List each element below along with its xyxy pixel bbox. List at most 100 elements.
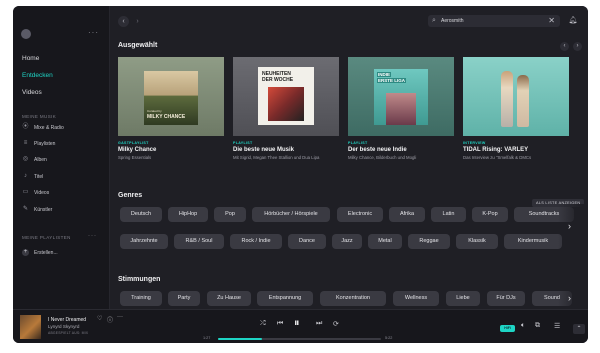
- genre-chip[interactable]: Klassik: [456, 234, 498, 249]
- featured-prev-button[interactable]: ‹: [560, 42, 569, 51]
- mic-icon: ✎: [22, 206, 29, 212]
- sidebar-item-label: Alben: [34, 156, 47, 163]
- genre-chip[interactable]: Pop: [214, 207, 246, 222]
- card-kind: GASTPLAYLIST: [118, 141, 149, 145]
- track-more-icon[interactable]: ···: [117, 314, 123, 320]
- create-playlist-label: Erstellen...: [34, 249, 58, 256]
- genres-next-button[interactable]: ›: [568, 221, 571, 231]
- sidebar-item-playlisten[interactable]: ≡ Playlisten: [22, 140, 56, 147]
- pause-icon[interactable]: ⏸︎: [294, 317, 300, 330]
- featured-card[interactable]: INTERVIEW TIDAL Rising: VARLEY Das Inter…: [463, 57, 569, 161]
- progress-fill: [218, 338, 262, 340]
- note-icon: ♪: [24, 173, 27, 179]
- expand-player-button[interactable]: ⌃: [573, 324, 585, 334]
- mood-chip[interactable]: Liebe: [446, 291, 480, 306]
- sidebar-item-videos[interactable]: ▭ Videos: [22, 189, 50, 196]
- playlists-more-icon[interactable]: ···: [88, 233, 97, 239]
- genre-chip[interactable]: Metal: [368, 234, 402, 249]
- genre-chip[interactable]: Kindermusik: [504, 234, 562, 249]
- mood-chip[interactable]: Für DJs: [487, 291, 525, 306]
- genre-chip[interactable]: Latin: [431, 207, 466, 222]
- clear-search-button[interactable]: ✕: [548, 16, 555, 25]
- search-input[interactable]: ⌕ Aerosmith ✕: [428, 15, 560, 27]
- create-playlist-button[interactable]: + Erstellen...: [22, 249, 58, 256]
- sidebar-more-icon[interactable]: ···: [88, 28, 99, 37]
- now-playing-artwork[interactable]: [20, 315, 41, 339]
- search-icon: ⌕: [432, 17, 436, 24]
- genre-chip[interactable]: Rock / Indie: [230, 234, 282, 249]
- sidebar-item-label: Titel: [34, 173, 44, 180]
- featured-next-button[interactable]: ›: [573, 42, 582, 51]
- genre-chip[interactable]: Reggae: [408, 234, 450, 249]
- cover-caption: Curated by: [147, 109, 162, 113]
- track-info-icon[interactable]: ⓘ: [107, 315, 113, 324]
- back-button[interactable]: ‹: [118, 16, 129, 27]
- album-cover: INDIE ERSTE LIGA: [374, 69, 428, 125]
- shuffle-icon[interactable]: ⤮: [260, 320, 266, 328]
- sidebar: ··· Home Entdecken Videos MEINE MUSIK ⦿ …: [13, 6, 110, 309]
- card-subtitle: Milky Chance, Bilderbuch und Mogli: [348, 155, 417, 160]
- sidebar-item-kuenstler[interactable]: ✎ Künstler: [22, 206, 52, 213]
- genre-chip[interactable]: R&B / Soul: [174, 234, 224, 249]
- featured-card[interactable]: NEUHEITEN DER WOCHE PLAYLIST Die beste n…: [233, 57, 339, 161]
- avatar[interactable]: [21, 29, 31, 39]
- album-cover: Curated by MILKY CHANCE: [144, 71, 198, 125]
- mood-chip[interactable]: Wellness: [393, 291, 439, 306]
- track-artist[interactable]: Lynyrd Skynyrd: [48, 324, 80, 329]
- mood-chip[interactable]: Zu Hause: [207, 291, 251, 306]
- nav-item-videos[interactable]: Videos: [22, 89, 42, 96]
- moods-next-button[interactable]: ›: [568, 293, 571, 303]
- mood-chip[interactable]: Training: [120, 291, 162, 306]
- featured-title: Ausgewählt: [118, 42, 158, 49]
- nav-item-entdecken[interactable]: Entdecken: [22, 72, 53, 79]
- sidebar-item-mixe-radio[interactable]: ⦿ Mixe & Radio: [22, 124, 63, 131]
- genre-chip[interactable]: K-Pop: [472, 207, 508, 222]
- card-subtitle: Spring Essentials: [118, 155, 152, 160]
- main-content: ‹ › ⌕ Aerosmith ✕ 🔔︎ Ausgewählt ‹ › Cura…: [110, 6, 588, 309]
- genre-chip[interactable]: Jahrzehnte: [120, 234, 168, 249]
- genre-chip[interactable]: Deutsch: [120, 207, 162, 222]
- genre-chip[interactable]: Dance: [288, 234, 326, 249]
- previous-track-icon[interactable]: ⏮︎: [277, 320, 283, 328]
- album-cover: NEUHEITEN DER WOCHE: [258, 67, 314, 125]
- sidebar-item-alben[interactable]: ◎ Alben: [22, 156, 47, 163]
- featured-card[interactable]: INDIE ERSTE LIGA PLAYLIST Der beste neue…: [348, 57, 454, 161]
- moods-fade: [558, 289, 588, 307]
- genre-chip[interactable]: HipHop: [168, 207, 208, 222]
- mood-chip[interactable]: Entspannung: [257, 291, 313, 306]
- mood-chip[interactable]: Party: [168, 291, 200, 306]
- queue-icon[interactable]: ☰: [554, 322, 560, 330]
- cover-title-2: DER WOCHE: [262, 77, 294, 83]
- output-device-icon[interactable]: ⧉: [535, 322, 540, 330]
- sidebar-item-titel[interactable]: ♪ Titel: [22, 173, 43, 180]
- genre-chip[interactable]: Electronic: [337, 207, 383, 222]
- repeat-icon[interactable]: ⟳: [333, 320, 339, 328]
- genre-chip[interactable]: Jazz: [332, 234, 362, 249]
- next-track-icon[interactable]: ⏭︎: [316, 320, 322, 328]
- mood-chip[interactable]: Konzentration: [320, 291, 386, 306]
- genre-chip[interactable]: Hörbücher / Hörspiele: [252, 207, 330, 222]
- notification-bell-icon[interactable]: 🔔︎: [567, 15, 579, 27]
- nav-item-home[interactable]: Home: [22, 55, 39, 62]
- sidebar-item-label: Künstler: [34, 206, 53, 213]
- genre-chip[interactable]: Afrika: [389, 207, 425, 222]
- card-subtitle: Mit Sigrid, Megan Thee Stallion und Dua …: [233, 155, 320, 160]
- track-source: ABGESPIELT AUS: MIX: [48, 331, 89, 335]
- favorite-heart-icon[interactable]: ♡: [97, 315, 102, 322]
- cover-title: INDIE: [377, 72, 392, 77]
- forward-button[interactable]: ›: [132, 16, 143, 27]
- volume-icon[interactable]: 🔈︎: [521, 322, 525, 330]
- featured-card[interactable]: Curated by MILKY CHANCE GASTPLAYLIST Mil…: [118, 57, 224, 161]
- my-music-label: MEINE MUSIK: [22, 114, 57, 119]
- card-artwork: [463, 57, 569, 136]
- card-title: Die beste neue Musik: [233, 147, 295, 153]
- card-kind: INTERVIEW: [463, 141, 486, 145]
- progress-bar[interactable]: [218, 338, 381, 340]
- track-title[interactable]: I Never Dreamed: [48, 317, 86, 323]
- quality-badge[interactable]: HiFi: [500, 325, 515, 332]
- total-time: 5:22: [385, 336, 393, 340]
- plus-icon: +: [22, 249, 29, 256]
- artist-figure: [501, 71, 513, 127]
- card-kind: PLAYLIST: [233, 141, 253, 145]
- card-title: TIDAL Rising: VARLEY: [463, 147, 529, 153]
